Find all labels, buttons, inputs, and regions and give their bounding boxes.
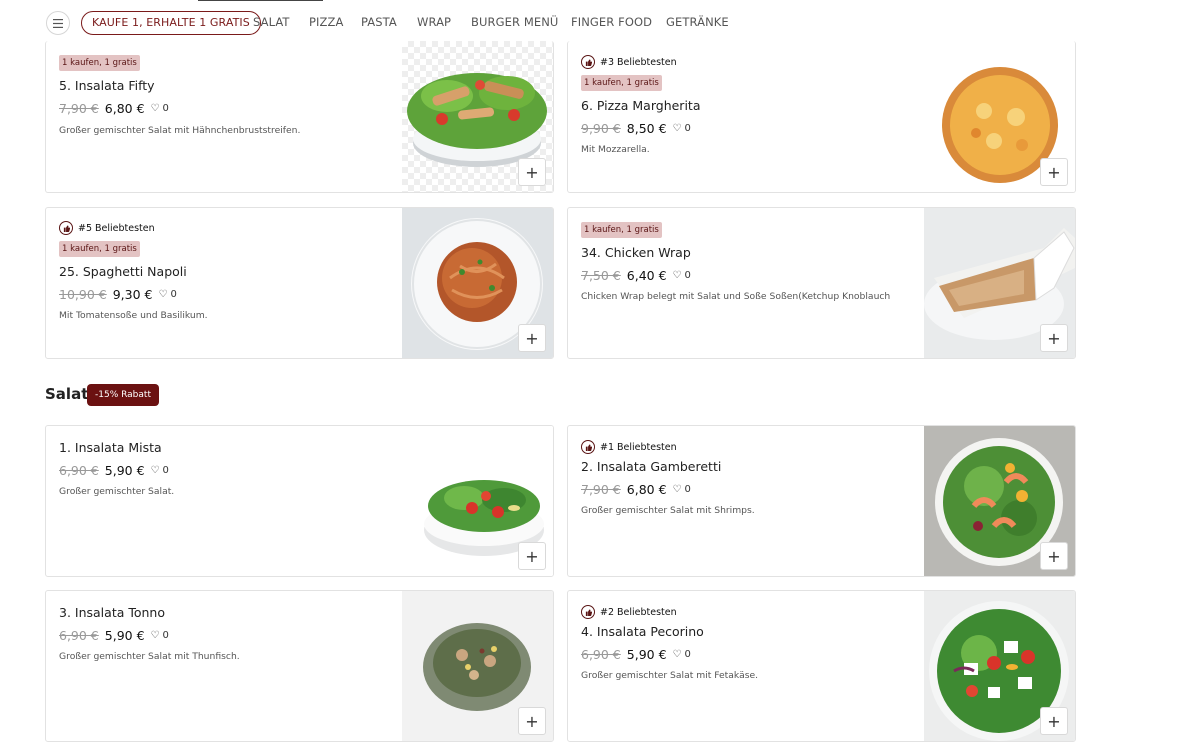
tab-pizza[interactable]: PIZZA [309, 15, 343, 29]
old-price: 6,90 € [59, 628, 99, 643]
add-to-cart-button[interactable]: + [1040, 158, 1068, 186]
like-count[interactable]: ♡ 0 [673, 649, 691, 660]
section-title: Salat [45, 385, 89, 403]
old-price: 7,90 € [59, 101, 99, 116]
heart-icon: ♡ [150, 630, 160, 641]
product-description: Großer gemischter Salat mit Hähnchenbrus… [59, 125, 301, 136]
heart-icon: ♡ [150, 465, 160, 476]
price-row: 10,90 € 9,30 € ♡ 0 [59, 287, 177, 302]
product-title: 34. Chicken Wrap [581, 245, 691, 260]
like-count[interactable]: ♡ 0 [158, 289, 176, 300]
product-title: 25. Spaghetti Napoli [59, 264, 187, 279]
product-title: 4. Insalata Pecorino [581, 624, 704, 639]
new-price: 6,80 € [626, 482, 667, 497]
menu-icon[interactable] [46, 11, 70, 35]
add-to-cart-button[interactable]: + [1040, 542, 1068, 570]
new-price: 8,50 € [626, 121, 667, 136]
like-count[interactable]: ♡ 0 [151, 103, 169, 114]
heart-icon: ♡ [672, 270, 682, 281]
product-description: Großer gemischter Salat. [59, 486, 175, 497]
add-to-cart-button[interactable]: + [518, 158, 546, 186]
add-to-cart-button[interactable]: + [1040, 707, 1068, 735]
product-title: 5. Insalata Fifty [59, 78, 155, 93]
like-count[interactable]: ♡ 0 [673, 270, 691, 281]
product-description: Mit Mozzarella. [581, 144, 650, 155]
offer-badge: 1 kaufen, 1 gratis [59, 55, 140, 71]
heart-icon: ♡ [672, 649, 682, 660]
new-price: 6,40 € [626, 268, 667, 283]
old-price: 7,50 € [581, 268, 621, 283]
add-to-cart-button[interactable]: + [1040, 324, 1068, 352]
new-price: 5,90 € [626, 647, 667, 662]
add-to-cart-button[interactable]: + [518, 707, 546, 735]
tab-getraenke[interactable]: GETRÄNKE [666, 15, 729, 29]
product-card[interactable]: #2 Beliebtesten 4. Insalata Pecorino 6,9… [567, 590, 1076, 742]
product-title: 6. Pizza Margherita [581, 98, 701, 113]
category-nav: KAUFE 1, ERHALTE 1 GRATIS SALAT PIZZA PA… [0, 0, 1200, 44]
product-card[interactable]: 3. Insalata Tonno 6,90 € 5,90 € ♡ 0 Große… [45, 590, 554, 742]
product-card[interactable]: 1. Insalata Mista 6,90 € 5,90 € ♡ 0 Große… [45, 425, 554, 577]
nav-divider [198, 0, 323, 1]
product-description: Großer gemischter Salat mit Shrimps. [581, 505, 755, 516]
add-to-cart-button[interactable]: + [518, 542, 546, 570]
popularity-label: #5 Beliebtesten [59, 221, 155, 235]
product-title: 2. Insalata Gamberetti [581, 459, 722, 474]
offer-badge: 1 kaufen, 1 gratis [59, 241, 140, 257]
product-description: Großer gemischter Salat mit Fetakäse. [581, 670, 759, 681]
thumbs-up-icon [59, 221, 73, 235]
product-card[interactable]: #1 Beliebtesten 2. Insalata Gamberetti 7… [567, 425, 1076, 577]
old-price: 7,90 € [581, 482, 621, 497]
product-card[interactable]: #3 Beliebtesten 1 kaufen, 1 gratis 6. Pi… [567, 41, 1076, 193]
product-title: 3. Insalata Tonno [59, 605, 165, 620]
price-row: 6,90 € 5,90 € ♡ 0 [581, 647, 691, 662]
tab-salat[interactable]: SALAT [253, 15, 290, 29]
product-title: 1. Insalata Mista [59, 440, 162, 455]
price-row: 7,90 € 6,80 € ♡ 0 [581, 482, 691, 497]
offer-badge: 1 kaufen, 1 gratis [581, 222, 662, 238]
popularity-label: #2 Beliebtesten [581, 605, 677, 619]
product-card[interactable]: #5 Beliebtesten 1 kaufen, 1 gratis 25. S… [45, 207, 554, 359]
tab-finger-food[interactable]: FINGER FOOD [571, 15, 652, 29]
product-card[interactable]: 1 kaufen, 1 gratis 34. Chicken Wrap 7,50… [567, 207, 1076, 359]
heart-icon: ♡ [150, 103, 160, 114]
heart-icon: ♡ [672, 123, 682, 134]
tab-burger-menu[interactable]: BURGER MENÜ [471, 15, 558, 29]
product-description: Chicken Wrap belegt mit Salat und Soße S… [581, 291, 891, 302]
thumbs-up-icon [581, 440, 595, 454]
new-price: 9,30 € [112, 287, 153, 302]
like-count[interactable]: ♡ 0 [673, 484, 691, 495]
like-count[interactable]: ♡ 0 [151, 630, 169, 641]
thumbs-up-icon [581, 605, 595, 619]
product-description: Mit Tomatensoße und Basilikum. [59, 310, 208, 321]
add-to-cart-button[interactable]: + [518, 324, 546, 352]
discount-badge: -15% Rabatt [87, 384, 159, 406]
new-price: 6,80 € [104, 101, 145, 116]
heart-icon: ♡ [672, 484, 682, 495]
popularity-label: #3 Beliebtesten [581, 55, 677, 69]
product-card[interactable]: 1 kaufen, 1 gratis 5. Insalata Fifty 7,9… [45, 41, 554, 193]
price-row: 6,90 € 5,90 € ♡ 0 [59, 463, 169, 478]
popularity-label: #1 Beliebtesten [581, 440, 677, 454]
price-row: 7,50 € 6,40 € ♡ 0 [581, 268, 691, 283]
tab-buy-one-get-one[interactable]: KAUFE 1, ERHALTE 1 GRATIS [81, 11, 261, 35]
tab-pasta[interactable]: PASTA [361, 15, 397, 29]
price-row: 9,90 € 8,50 € ♡ 0 [581, 121, 691, 136]
old-price: 9,90 € [581, 121, 621, 136]
new-price: 5,90 € [104, 628, 145, 643]
new-price: 5,90 € [104, 463, 145, 478]
thumbs-up-icon [581, 55, 595, 69]
like-count[interactable]: ♡ 0 [673, 123, 691, 134]
old-price: 6,90 € [581, 647, 621, 662]
old-price: 10,90 € [59, 287, 107, 302]
offer-badge: 1 kaufen, 1 gratis [581, 75, 662, 91]
old-price: 6,90 € [59, 463, 99, 478]
price-row: 7,90 € 6,80 € ♡ 0 [59, 101, 169, 116]
price-row: 6,90 € 5,90 € ♡ 0 [59, 628, 169, 643]
heart-icon: ♡ [158, 289, 168, 300]
tab-wrap[interactable]: WRAP [417, 15, 451, 29]
like-count[interactable]: ♡ 0 [151, 465, 169, 476]
product-description: Großer gemischter Salat mit Thunfisch. [59, 651, 240, 662]
